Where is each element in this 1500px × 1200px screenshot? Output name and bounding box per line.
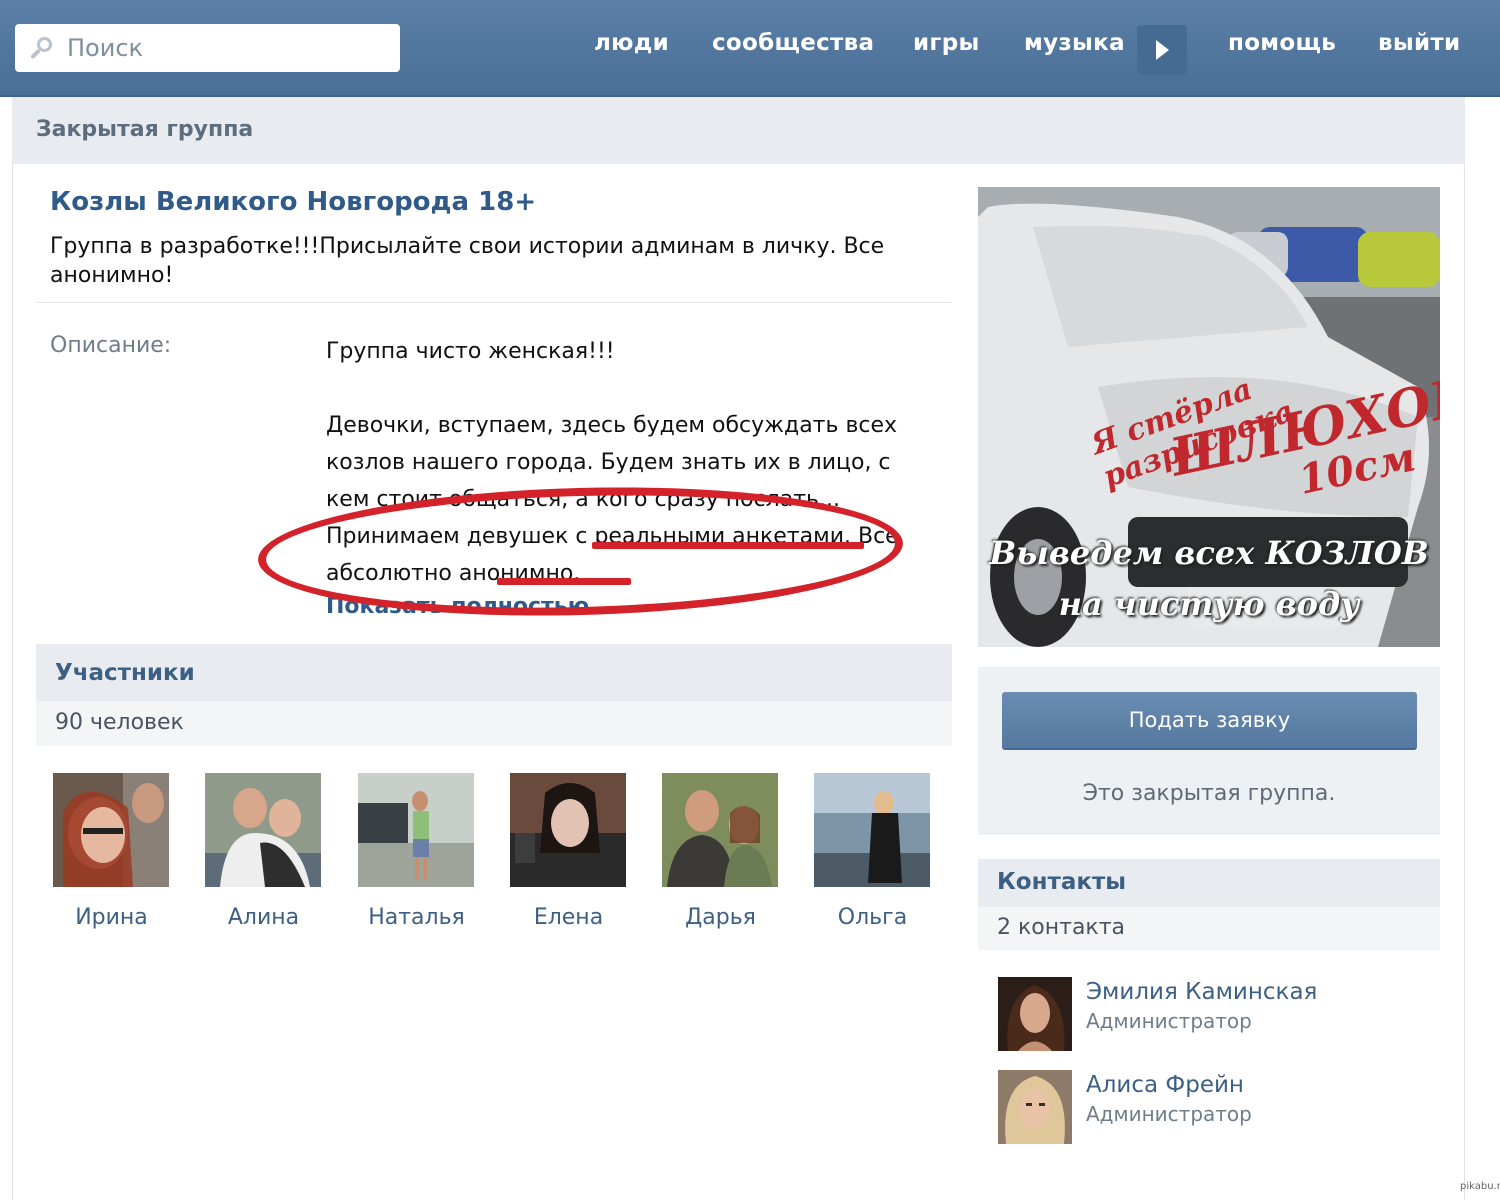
member-card[interactable]: Елена [510,773,627,930]
nav-games[interactable]: игры [913,30,980,56]
group-cover-image[interactable]: Я стёрла разрисовка ШЛЮХОЁБ 10см Выведем… [978,187,1440,647]
nav-help[interactable]: помощь [1228,30,1336,56]
play-icon [1156,40,1169,60]
page-title: Закрытая группа [36,117,254,142]
contact-avatar[interactable] [998,1070,1072,1144]
description-paragraph-1: Группа чисто женская!!! [326,339,615,364]
nav-music[interactable]: музыка [1024,30,1125,56]
search-box[interactable] [15,24,400,72]
closed-group-note: Это закрытая группа. [1082,781,1336,806]
member-avatar[interactable] [205,773,321,887]
cover-caption-line-2: на чистую воду [1058,585,1360,623]
nav-people[interactable]: люди [594,30,669,56]
members-title[interactable]: Участники [55,660,195,686]
member-card[interactable]: Ольга [814,773,931,930]
search-input[interactable] [67,34,367,62]
group-status: Группа в разработке!!!Присылайте свои ис… [50,234,885,288]
contact-role: Администратор [1086,1102,1252,1126]
member-avatar[interactable] [662,773,778,887]
contact-avatar[interactable] [998,977,1072,1051]
watermark: pikabu.ru [1460,1181,1500,1192]
member-name[interactable]: Алина [185,905,342,930]
divider [36,302,952,303]
member-avatar[interactable] [53,773,169,887]
members-count[interactable]: 90 человек [55,710,184,735]
contact-name[interactable]: Алиса Фрейн [1086,1072,1244,1098]
cover-caption-line-1: Выведем всех КОЗЛОВ [989,534,1429,572]
contact-role: Администратор [1086,1009,1252,1033]
contacts-title[interactable]: Контакты [997,869,1126,895]
member-name[interactable]: Ирина [33,905,190,930]
submit-request-button[interactable]: Подать заявку [1002,692,1417,750]
search-icon [29,35,55,61]
contact-name[interactable]: Эмилия Каминская [1086,979,1317,1005]
member-card[interactable]: Алина [205,773,322,930]
description-label: Описание: [50,333,172,358]
contacts-count: 2 контакта [997,915,1126,940]
contact-item[interactable]: Эмилия Каминская Администратор [998,977,1438,1052]
member-avatar[interactable] [510,773,626,887]
member-card[interactable]: Дарья [662,773,779,930]
member-card[interactable]: Ирина [53,773,170,930]
member-avatar[interactable] [814,773,930,887]
member-name[interactable]: Наталья [338,905,495,930]
member-name[interactable]: Елена [490,905,647,930]
member-card[interactable]: Наталья [358,773,475,930]
contact-item[interactable]: Алиса Фрейн Администратор [998,1070,1438,1145]
member-name[interactable]: Дарья [642,905,799,930]
music-play-button[interactable] [1137,25,1187,75]
member-avatar[interactable] [358,773,474,887]
group-name: Козлы Великого Новгорода 18+ [50,187,537,217]
member-name[interactable]: Ольга [794,905,951,930]
nav-communities[interactable]: сообщества [712,30,874,56]
nav-logout[interactable]: выйти [1378,30,1460,56]
